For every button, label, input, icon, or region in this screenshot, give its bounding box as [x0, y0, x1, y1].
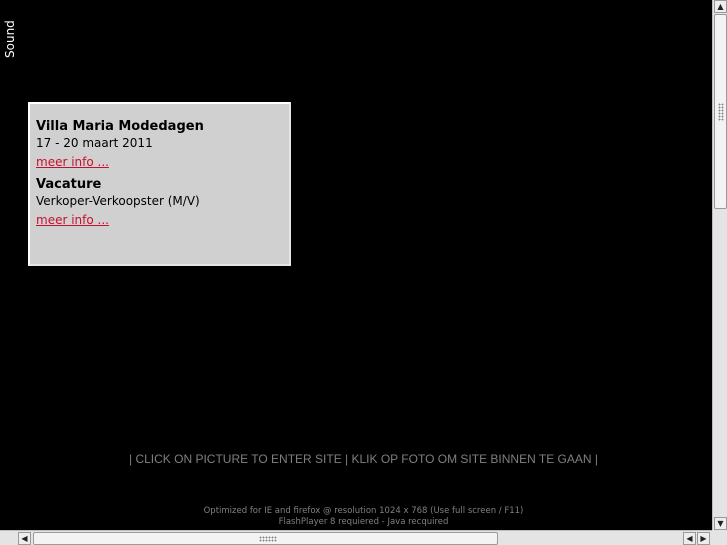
news-item: Vacature Verkoper-Verkoopster (M/V) meer…: [36, 177, 200, 228]
more-info-link[interactable]: meer info ...: [36, 212, 109, 228]
footer-line-requirements: FlashPlayer 8 requiered - Java recquired: [278, 517, 449, 527]
arrow-right-icon[interactable]: ▶: [697, 532, 710, 545]
arrow-up-icon[interactable]: ▲: [714, 0, 727, 13]
arrow-down-icon[interactable]: ▼: [714, 517, 727, 530]
vertical-scrollbar[interactable]: ▲ ▼: [712, 0, 727, 530]
horizontal-scroll-thumb[interactable]: [33, 532, 498, 545]
arrow-left-icon[interactable]: ◀: [683, 532, 696, 545]
news-item: Villa Maria Modedagen 17 - 20 maart 2011…: [36, 119, 204, 170]
news-title: Vacature: [36, 177, 102, 192]
more-info-link[interactable]: meer info ...: [36, 154, 109, 170]
vertical-scroll-thumb[interactable]: [714, 14, 727, 209]
news-panel: Villa Maria Modedagen 17 - 20 maart 2011…: [28, 102, 291, 266]
footer-line-optimized: Optimized for IE and firefox @ resolutio…: [203, 506, 524, 516]
news-subtitle: Verkoper-Verkoopster (M/V): [36, 194, 200, 208]
grip-icon: [259, 536, 277, 542]
scrollbar-corner: [712, 530, 727, 545]
footer-note: Optimized for IE and firefox @ resolutio…: [0, 506, 727, 528]
horizontal-scrollbar[interactable]: ◀ ◀ ▶: [0, 530, 712, 545]
news-date: 17 - 20 maart 2011: [36, 136, 153, 150]
arrow-left-icon[interactable]: ◀: [18, 532, 31, 545]
grip-icon: [718, 103, 724, 121]
sound-label: Sound: [3, 20, 17, 58]
enter-site-link[interactable]: | CLICK ON PICTURE TO ENTER SITE | KLIK …: [0, 452, 727, 466]
news-title: Villa Maria Modedagen: [36, 119, 204, 134]
sound-toggle-link[interactable]: Sound: [2, 18, 18, 62]
